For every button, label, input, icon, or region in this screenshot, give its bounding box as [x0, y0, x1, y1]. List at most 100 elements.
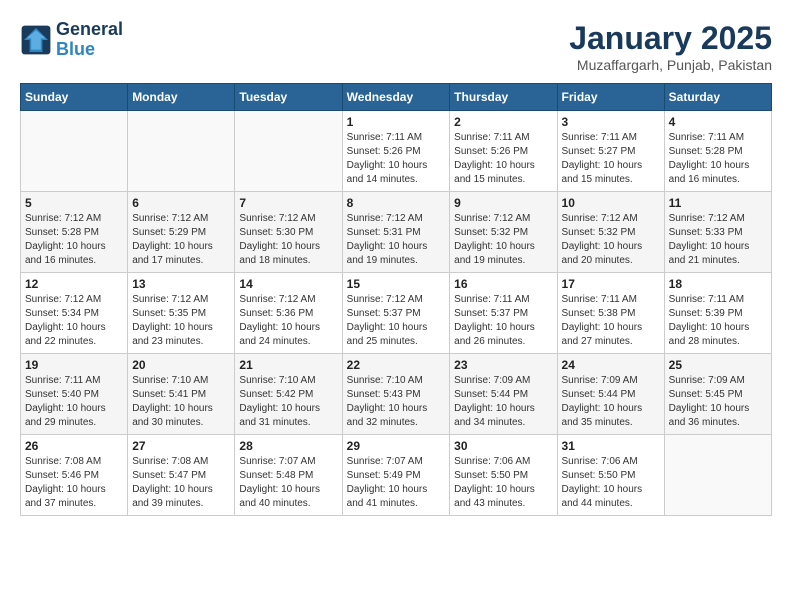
day-info: Sunrise: 7:11 AM Sunset: 5:28 PM Dayligh… — [669, 131, 767, 187]
calendar-empty-cell — [235, 111, 342, 192]
calendar-day-13: 13Sunrise: 7:12 AM Sunset: 5:35 PM Dayli… — [128, 273, 235, 354]
calendar-week-row: 5Sunrise: 7:12 AM Sunset: 5:28 PM Daylig… — [21, 192, 772, 273]
weekday-header-row: SundayMondayTuesdayWednesdayThursdayFrid… — [21, 84, 772, 111]
calendar-day-29: 29Sunrise: 7:07 AM Sunset: 5:49 PM Dayli… — [342, 435, 450, 516]
calendar-subtitle: Muzaffargarh, Punjab, Pakistan — [569, 57, 772, 73]
calendar-day-25: 25 Sunrise: 7:09 AM Sunset: 5:45 PM Dayli… — [664, 354, 771, 435]
calendar-day-5: 5Sunrise: 7:12 AM Sunset: 5:28 PM Daylig… — [21, 192, 128, 273]
weekday-header-saturday: Saturday — [664, 84, 771, 111]
day-number: 6 — [132, 196, 230, 210]
day-info: Sunrise: 7:12 AM Sunset: 5:36 PM Dayligh… — [239, 293, 337, 349]
day-number: 16 — [454, 277, 552, 291]
day-info: Sunrise: 7:10 AM Sunset: 5:42 PM Dayligh… — [239, 374, 337, 430]
day-info: Sunrise: 7:11 AM Sunset: 5:26 PM Dayligh… — [347, 131, 446, 187]
calendar-day-1: 1Sunrise: 7:11 AM Sunset: 5:26 PM Daylig… — [342, 111, 450, 192]
day-number: 18 — [669, 277, 767, 291]
calendar-day-7: 7Sunrise: 7:12 AM Sunset: 5:30 PM Daylig… — [235, 192, 342, 273]
calendar-day-28: 28 Sunrise: 7:07 AM Sunset: 5:48 PM Dayli… — [235, 435, 342, 516]
page-header: General Blue January 2025 Muzaffargarh, … — [20, 20, 772, 73]
day-info: Sunrise: 7:09 AM Sunset: 5:44 PM Dayligh… — [562, 374, 660, 430]
day-number: 22 — [347, 358, 446, 372]
day-info: Sunrise: 7:12 AM Sunset: 5:33 PM Dayligh… — [669, 212, 767, 268]
weekday-header-wednesday: Wednesday — [342, 84, 450, 111]
day-number: 5 — [25, 196, 123, 210]
day-info: Sunrise: 7:10 AM Sunset: 5:43 PM Dayligh… — [347, 374, 446, 430]
day-info: Sunrise: 7:11 AM Sunset: 5:37 PM Dayligh… — [454, 293, 552, 349]
calendar-day-31: 31Sunrise: 7:06 AM Sunset: 5:50 PM Dayli… — [557, 435, 664, 516]
calendar-day-12: 12 Sunrise: 7:12 AM Sunset: 5:34 PM Dayli… — [21, 273, 128, 354]
calendar-day-8: 8 Sunrise: 7:12 AM Sunset: 5:31 PM Daylig… — [342, 192, 450, 273]
calendar-day-22: 22 Sunrise: 7:10 AM Sunset: 5:43 PM Dayli… — [342, 354, 450, 435]
day-number: 27 — [132, 439, 230, 453]
title-block: January 2025 Muzaffargarh, Punjab, Pakis… — [569, 20, 772, 73]
calendar-day-10: 10 Sunrise: 7:12 AM Sunset: 5:32 PM Dayli… — [557, 192, 664, 273]
day-number: 19 — [25, 358, 123, 372]
day-info: Sunrise: 7:12 AM Sunset: 5:31 PM Dayligh… — [347, 212, 446, 268]
calendar-empty-cell — [21, 111, 128, 192]
weekday-header-tuesday: Tuesday — [235, 84, 342, 111]
day-info: Sunrise: 7:08 AM Sunset: 5:47 PM Dayligh… — [132, 455, 230, 511]
calendar-day-26: 26Sunrise: 7:08 AM Sunset: 5:46 PM Dayli… — [21, 435, 128, 516]
calendar-title: January 2025 — [569, 20, 772, 57]
day-number: 26 — [25, 439, 123, 453]
calendar-empty-cell — [128, 111, 235, 192]
calendar-day-23: 23Sunrise: 7:09 AM Sunset: 5:44 PM Dayli… — [450, 354, 557, 435]
calendar-day-24: 24 Sunrise: 7:09 AM Sunset: 5:44 PM Dayli… — [557, 354, 664, 435]
calendar-table: SundayMondayTuesdayWednesdayThursdayFrid… — [20, 83, 772, 516]
calendar-week-row: 12 Sunrise: 7:12 AM Sunset: 5:34 PM Dayli… — [21, 273, 772, 354]
calendar-day-6: 6 Sunrise: 7:12 AM Sunset: 5:29 PM Daylig… — [128, 192, 235, 273]
weekday-header-friday: Friday — [557, 84, 664, 111]
day-number: 12 — [25, 277, 123, 291]
weekday-header-sunday: Sunday — [21, 84, 128, 111]
day-info: Sunrise: 7:11 AM Sunset: 5:40 PM Dayligh… — [25, 374, 123, 430]
day-number: 2 — [454, 115, 552, 129]
day-info: Sunrise: 7:12 AM Sunset: 5:34 PM Dayligh… — [25, 293, 123, 349]
day-number: 25 — [669, 358, 767, 372]
day-number: 8 — [347, 196, 446, 210]
day-number: 29 — [347, 439, 446, 453]
day-number: 30 — [454, 439, 552, 453]
day-number: 17 — [562, 277, 660, 291]
calendar-day-17: 17 Sunrise: 7:11 AM Sunset: 5:38 PM Dayli… — [557, 273, 664, 354]
logo-text: General Blue — [56, 20, 123, 60]
logo-icon — [20, 24, 52, 56]
calendar-day-21: 21 Sunrise: 7:10 AM Sunset: 5:42 PM Dayli… — [235, 354, 342, 435]
day-info: Sunrise: 7:10 AM Sunset: 5:41 PM Dayligh… — [132, 374, 230, 430]
day-info: Sunrise: 7:11 AM Sunset: 5:38 PM Dayligh… — [562, 293, 660, 349]
calendar-day-3: 3 Sunrise: 7:11 AM Sunset: 5:27 PM Daylig… — [557, 111, 664, 192]
logo: General Blue — [20, 20, 123, 60]
day-info: Sunrise: 7:12 AM Sunset: 5:32 PM Dayligh… — [454, 212, 552, 268]
weekday-header-monday: Monday — [128, 84, 235, 111]
day-info: Sunrise: 7:09 AM Sunset: 5:45 PM Dayligh… — [669, 374, 767, 430]
day-number: 9 — [454, 196, 552, 210]
calendar-day-16: 16 Sunrise: 7:11 AM Sunset: 5:37 PM Dayli… — [450, 273, 557, 354]
day-info: Sunrise: 7:12 AM Sunset: 5:32 PM Dayligh… — [562, 212, 660, 268]
weekday-header-thursday: Thursday — [450, 84, 557, 111]
calendar-day-9: 9 Sunrise: 7:12 AM Sunset: 5:32 PM Daylig… — [450, 192, 557, 273]
day-number: 24 — [562, 358, 660, 372]
day-number: 13 — [132, 277, 230, 291]
day-info: Sunrise: 7:12 AM Sunset: 5:37 PM Dayligh… — [347, 293, 446, 349]
day-info: Sunrise: 7:11 AM Sunset: 5:39 PM Dayligh… — [669, 293, 767, 349]
calendar-day-20: 20Sunrise: 7:10 AM Sunset: 5:41 PM Dayli… — [128, 354, 235, 435]
day-info: Sunrise: 7:11 AM Sunset: 5:26 PM Dayligh… — [454, 131, 552, 187]
day-info: Sunrise: 7:06 AM Sunset: 5:50 PM Dayligh… — [454, 455, 552, 511]
calendar-header: SundayMondayTuesdayWednesdayThursdayFrid… — [21, 84, 772, 111]
day-number: 15 — [347, 277, 446, 291]
day-info: Sunrise: 7:11 AM Sunset: 5:27 PM Dayligh… — [562, 131, 660, 187]
day-number: 14 — [239, 277, 337, 291]
calendar-day-19: 19 Sunrise: 7:11 AM Sunset: 5:40 PM Dayli… — [21, 354, 128, 435]
day-number: 23 — [454, 358, 552, 372]
calendar-week-row: 1Sunrise: 7:11 AM Sunset: 5:26 PM Daylig… — [21, 111, 772, 192]
day-info: Sunrise: 7:12 AM Sunset: 5:29 PM Dayligh… — [132, 212, 230, 268]
day-number: 28 — [239, 439, 337, 453]
day-number: 21 — [239, 358, 337, 372]
day-number: 3 — [562, 115, 660, 129]
day-info: Sunrise: 7:12 AM Sunset: 5:30 PM Dayligh… — [239, 212, 337, 268]
calendar-day-27: 27 Sunrise: 7:08 AM Sunset: 5:47 PM Dayli… — [128, 435, 235, 516]
day-info: Sunrise: 7:07 AM Sunset: 5:48 PM Dayligh… — [239, 455, 337, 511]
day-number: 10 — [562, 196, 660, 210]
calendar-body: 1Sunrise: 7:11 AM Sunset: 5:26 PM Daylig… — [21, 111, 772, 516]
calendar-week-row: 19 Sunrise: 7:11 AM Sunset: 5:40 PM Dayli… — [21, 354, 772, 435]
day-info: Sunrise: 7:06 AM Sunset: 5:50 PM Dayligh… — [562, 455, 660, 511]
